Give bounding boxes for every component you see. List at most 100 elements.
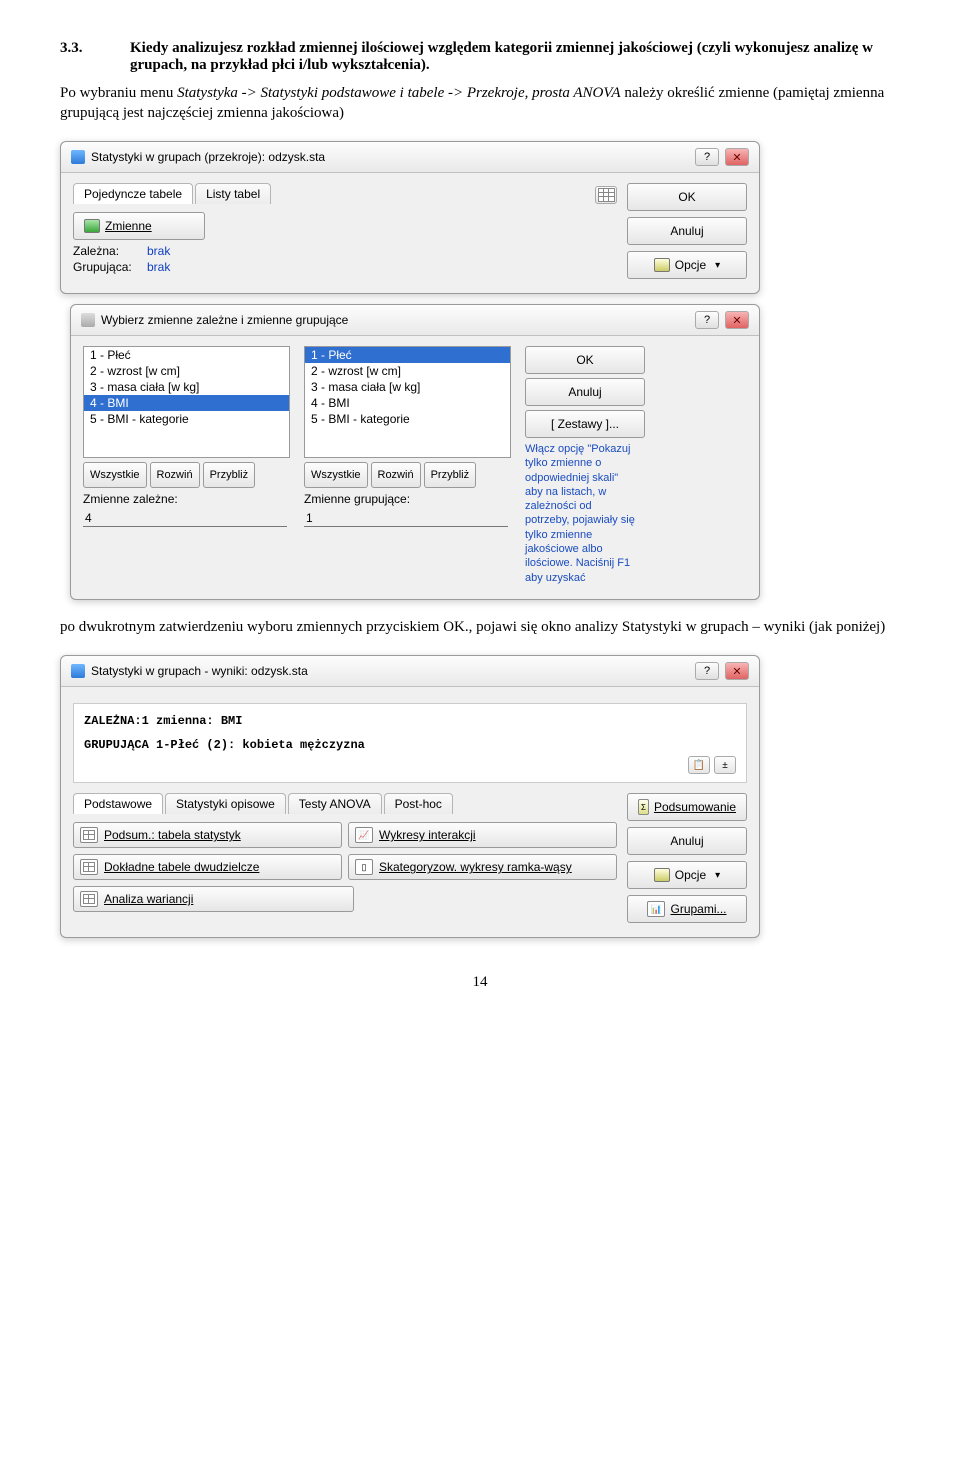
window-title-3: Statystyki w grupach - wyniki: odzysk.st… <box>91 664 308 678</box>
btn-analiza-wariancji[interactable]: Analiza wariancji <box>73 886 354 912</box>
screenshot-2: Statystyki w grupach - wyniki: odzysk.st… <box>60 655 760 938</box>
cancel-button[interactable]: Anuluj <box>525 378 645 406</box>
groups-label: Grupami... <box>670 902 726 916</box>
para1-plain-a: Po wybraniu menu <box>60 85 177 101</box>
dep-input[interactable] <box>83 510 287 527</box>
options-button[interactable]: Opcje <box>627 861 747 889</box>
list-item[interactable]: 2 - wzrost [w cm] <box>84 363 289 379</box>
btn-tabele-dwudzielcze[interactable]: Dokładne tabele dwudzielcze <box>73 854 342 880</box>
all-button[interactable]: Wszystkie <box>304 462 368 488</box>
titlebar-2: Wybierz zmienne zależne i zmienne grupuj… <box>71 305 759 336</box>
titlebar-1: Statystyki w grupach (przekroje): odzysk… <box>61 142 759 173</box>
paragraph-2: po dwukrotnym zatwierdzeniu wyboru zmien… <box>60 618 900 638</box>
grp-value: brak <box>147 260 170 274</box>
titlebar-3: Statystyki w grupach - wyniki: odzysk.st… <box>61 656 759 687</box>
window-icon <box>81 313 95 327</box>
window-icon <box>71 150 85 164</box>
sets-button[interactable]: [ Zestawy ]... <box>525 410 645 438</box>
ok-button[interactable]: OK <box>525 346 645 374</box>
list-item[interactable]: 3 - masa ciała [w kg] <box>84 379 289 395</box>
expand-tabs-icon[interactable] <box>595 186 617 204</box>
list-grouping[interactable]: 1 - Płeć 2 - wzrost [w cm] 3 - masa ciał… <box>304 346 511 458</box>
list-item[interactable]: 5 - BMI - kategorie <box>84 411 289 427</box>
close-icon[interactable]: ✕ <box>725 311 749 329</box>
dialog-przekroje: Statystyki w grupach (przekroje): odzysk… <box>60 141 760 294</box>
summary-line-1: ZALEŻNA:1 zmienna: BMI <box>84 714 242 728</box>
grp-label: Grupująca: <box>73 260 143 274</box>
list-item-selected[interactable]: 1 - Płeć <box>305 347 510 363</box>
groups-icon: 📊 <box>647 901 665 917</box>
window-title-2: Wybierz zmienne zależne i zmienne grupuj… <box>101 313 348 327</box>
dep-list-label: Zmienne zależne: <box>83 492 290 506</box>
section-number: 3.3. <box>60 40 130 74</box>
list-item[interactable]: 4 - BMI <box>305 395 510 411</box>
list-dependent[interactable]: 1 - Płeć 2 - wzrost [w cm] 3 - masa ciał… <box>83 346 290 458</box>
tab-listy[interactable]: Listy tabel <box>195 183 271 204</box>
list-item[interactable]: 1 - Płeć <box>84 347 289 363</box>
zoom-button[interactable]: Przybliż <box>424 462 477 488</box>
list-item[interactable]: 3 - masa ciała [w kg] <box>305 379 510 395</box>
window-title-1: Statystyki w grupach (przekroje): odzysk… <box>91 150 325 164</box>
list-item[interactable]: 5 - BMI - kategorie <box>305 411 510 427</box>
cancel-button[interactable]: Anuluj <box>627 827 747 855</box>
grp-list-label: Zmienne grupujące: <box>304 492 511 506</box>
options-label: Opcje <box>675 258 706 272</box>
tab-anova[interactable]: Testy ANOVA <box>288 793 382 814</box>
summary-icon: Σ <box>638 799 649 815</box>
btn-label: Wykresy interakcji <box>379 828 476 842</box>
chart-icon: 📈 <box>355 827 373 843</box>
zmienne-button[interactable]: Zmienne <box>73 212 205 240</box>
btn-label: Dokładne tabele dwudzielcze <box>104 860 259 874</box>
summary-button[interactable]: Σ Podsumowanie <box>627 793 747 821</box>
help-icon[interactable]: ? <box>695 311 719 329</box>
options-icon <box>654 868 670 882</box>
tab-opisowe[interactable]: Statystyki opisowe <box>165 793 286 814</box>
dep-label: Zależna: <box>73 244 143 258</box>
para1-menu-path: Statystyka -> Statystyki podstawowe i ta… <box>177 85 621 101</box>
help-icon[interactable]: ? <box>695 662 719 680</box>
btn-label: Skategoryzow. wykresy ramka-wąsy <box>379 860 572 874</box>
section-heading: Kiedy analizujesz rozkład zmiennej ilośc… <box>130 40 900 74</box>
close-icon[interactable]: ✕ <box>725 148 749 166</box>
btn-ramka-wasy[interactable]: ▯ Skategoryzow. wykresy ramka-wąsy <box>348 854 617 880</box>
ok-button[interactable]: OK <box>627 183 747 211</box>
table-icon <box>80 859 98 875</box>
variables-icon <box>84 219 100 233</box>
close-icon[interactable]: ✕ <box>725 662 749 680</box>
paragraph-1: Po wybraniu menu Statystyka -> Statystyk… <box>60 84 900 123</box>
dialog-wyniki: Statystyki w grupach - wyniki: odzysk.st… <box>60 655 760 938</box>
tab-posthoc[interactable]: Post-hoc <box>384 793 453 814</box>
tab-podstawowe[interactable]: Podstawowe <box>73 793 163 814</box>
options-icon <box>654 258 670 272</box>
summary-panel: ZALEŻNA:1 zmienna: BMI GRUPUJĄCA 1-Płeć … <box>73 703 747 783</box>
tab-pojedyncze[interactable]: Pojedyncze tabele <box>73 183 193 204</box>
expand-button[interactable]: Rozwiń <box>371 462 421 488</box>
grp-input[interactable] <box>304 510 508 527</box>
table-icon <box>80 891 98 907</box>
cancel-button[interactable]: Anuluj <box>627 217 747 245</box>
btn-tabela-statystyk[interactable]: Podsum.: tabela statystyk <box>73 822 342 848</box>
page-number: 14 <box>60 974 900 991</box>
expand-button[interactable]: Rozwiń <box>150 462 200 488</box>
options-label: Opcje <box>675 868 706 882</box>
zoom-button[interactable]: Przybliż <box>203 462 256 488</box>
dep-value: brak <box>147 244 170 258</box>
hint-text: Włącz opcję "Pokazuj tylko zmienne o odp… <box>525 442 635 585</box>
dialog-wybierz-zmienne: Wybierz zmienne zależne i zmienne grupuj… <box>70 304 760 600</box>
summary-line-2: GRUPUJĄCA 1-Płeć (2): kobieta mężczyzna <box>84 738 365 752</box>
groups-button[interactable]: 📊 Grupami... <box>627 895 747 923</box>
window-icon <box>71 664 85 678</box>
help-icon[interactable]: ? <box>695 148 719 166</box>
summary-label: Podsumowanie <box>654 800 736 814</box>
copy-icon[interactable]: 📋 <box>688 756 710 774</box>
zmienne-label: Zmienne <box>105 219 152 233</box>
pin-icon[interactable]: ± <box>714 756 736 774</box>
list-item[interactable]: 2 - wzrost [w cm] <box>305 363 510 379</box>
table-icon <box>80 827 98 843</box>
screenshot-1: Statystyki w grupach (przekroje): odzysk… <box>60 141 760 600</box>
btn-wykresy-interakcji[interactable]: 📈 Wykresy interakcji <box>348 822 617 848</box>
list-item-selected[interactable]: 4 - BMI <box>84 395 289 411</box>
options-button[interactable]: Opcje <box>627 251 747 279</box>
all-button[interactable]: Wszystkie <box>83 462 147 488</box>
btn-label: Podsum.: tabela statystyk <box>104 828 241 842</box>
